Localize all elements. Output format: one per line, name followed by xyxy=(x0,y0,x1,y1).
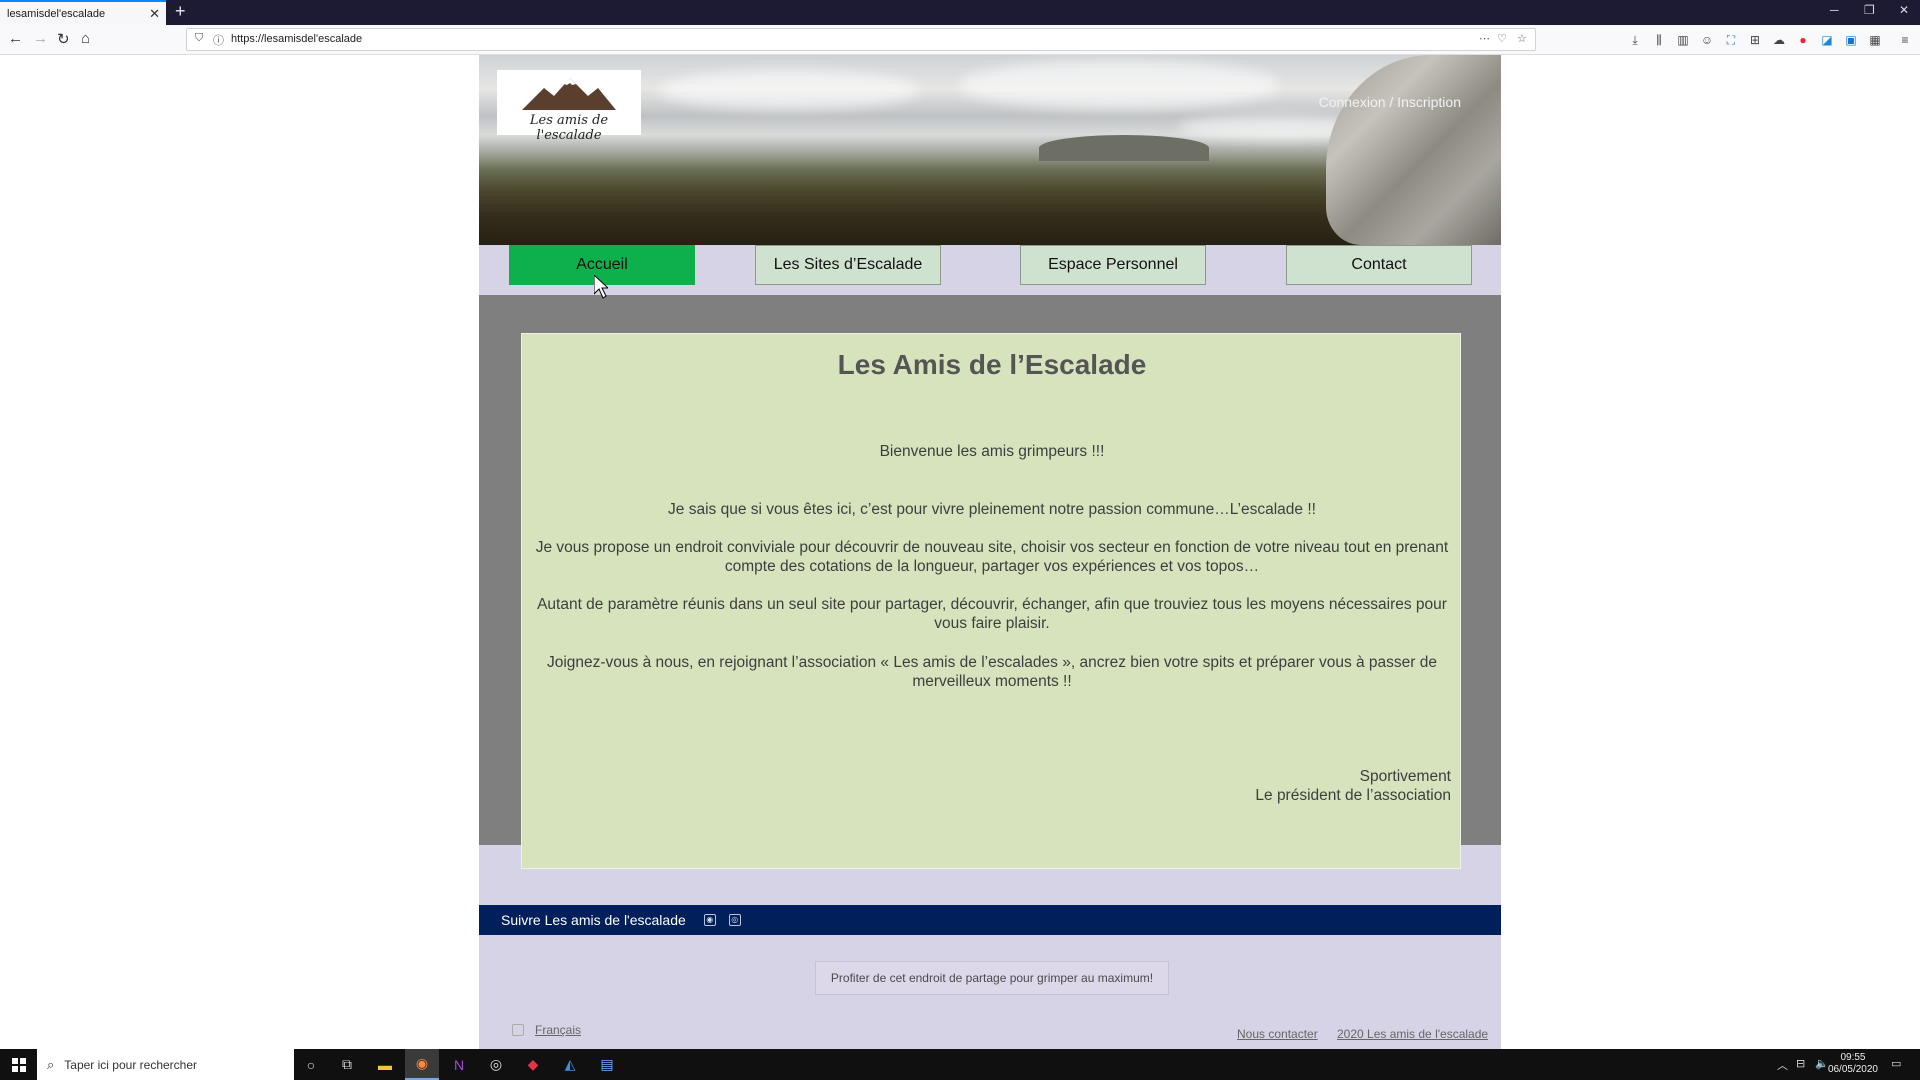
web-page: Les amis de l'escalade Connexion / Inscr… xyxy=(479,55,1501,1049)
menu-icon[interactable]: ≡ xyxy=(1898,33,1912,47)
windows-logo-icon xyxy=(11,1057,26,1072)
paragraph-2: Je vous propose un endroit conviviale po… xyxy=(535,539,1449,575)
url-text[interactable]: https://lesamisdel'escalade xyxy=(231,33,362,45)
search-placeholder[interactable]: Taper ici pour rechercher xyxy=(64,1058,197,1072)
clock-date: 06/05/2020 xyxy=(1827,1064,1878,1075)
page-actions-icon[interactable]: ⋯ xyxy=(1479,32,1490,45)
page-title: Les Amis de l’Escalade xyxy=(837,349,1147,380)
menu-item-sites[interactable]: Les Sites d’Escalade xyxy=(755,245,941,285)
close-window-icon[interactable]: ✕ xyxy=(1899,3,1909,17)
contact-footer-link[interactable]: Nous contacter xyxy=(1237,1027,1318,1041)
grid-extension-icon[interactable]: ⊞ xyxy=(1748,33,1762,47)
url-bar[interactable]: ⛉ ⓘ https://lesamisdel'escalade ⋯ ♡ ☆ xyxy=(186,28,1536,51)
file-explorer-icon[interactable]: ▬ xyxy=(368,1049,402,1080)
signature-line-2: Le président de l’association xyxy=(1255,787,1451,804)
welcome-text: Bienvenue les amis grimpeurs !!! xyxy=(879,443,1105,460)
onenote-icon[interactable]: N xyxy=(442,1049,476,1080)
red-extension-icon[interactable]: ● xyxy=(1796,33,1810,47)
menu-item-espace-personnel[interactable]: Espace Personnel xyxy=(1020,245,1206,285)
restore-icon[interactable]: ❐ xyxy=(1864,3,1875,17)
tab-close-icon[interactable]: ✕ xyxy=(149,6,160,22)
main-menu: Accueil Les Sites d’Escalade Espace Pers… xyxy=(479,245,1501,295)
minimize-icon[interactable]: ─ xyxy=(1830,3,1839,17)
welcome-card: Les Amis de l’Escalade Bienvenue les ami… xyxy=(521,333,1461,869)
search-icon: ⌕ xyxy=(47,1056,55,1072)
footer-note: Profiter de cet endroit de partage pour … xyxy=(815,961,1169,995)
facebook-icon[interactable]: ◉ xyxy=(703,914,716,926)
cortana-icon[interactable]: ○ xyxy=(294,1049,328,1080)
menu-item-contact[interactable]: Contact xyxy=(1286,245,1472,285)
home-icon[interactable]: ⌂ xyxy=(81,30,90,47)
apps-extension-icon[interactable]: ▦ xyxy=(1868,33,1882,47)
paragraph-4: Joignez-vous à nous, en rejoignant l’ass… xyxy=(546,654,1438,690)
follow-label: Suivre Les amis de l'escalade xyxy=(501,912,686,928)
clock-time: 09:55 xyxy=(1840,1052,1866,1063)
tray-expand-icon[interactable]: ︿ xyxy=(1777,1057,1788,1073)
twitter-icon[interactable]: ◎ xyxy=(728,914,741,926)
tab-title: lesamisdel'escalade xyxy=(7,7,106,20)
header-banner: Les amis de l'escalade Connexion / Inscr… xyxy=(479,55,1501,245)
reload-icon[interactable]: ↻ xyxy=(57,30,70,48)
language-selector[interactable]: Français xyxy=(535,1023,581,1037)
new-tab-button[interactable]: + xyxy=(175,1,186,22)
intellij-icon[interactable]: ◆ xyxy=(516,1049,550,1080)
start-button[interactable] xyxy=(0,1049,37,1080)
site-logo[interactable]: Les amis de l'escalade xyxy=(497,70,641,143)
network-icon[interactable]: ⊟ xyxy=(1796,1057,1805,1070)
cloud-extension-icon[interactable]: ☁ xyxy=(1772,33,1786,47)
taskbar-clock[interactable]: 09:55 06/05/2020 xyxy=(1828,1052,1878,1076)
downloads-icon[interactable]: ⤓ xyxy=(1628,33,1642,47)
blue-extension-icon[interactable]: ◪ xyxy=(1820,33,1834,47)
login-register-link[interactable]: Connexion / Inscription xyxy=(1319,94,1461,110)
volume-icon[interactable]: 🔈 xyxy=(1815,1057,1829,1070)
follow-bar: Suivre Les amis de l'escalade ◉ ◎ xyxy=(479,905,1501,935)
translate-extension-icon[interactable]: ⛶ xyxy=(1724,33,1738,47)
back-icon[interactable]: ← xyxy=(8,30,23,47)
browser-tab-bar: lesamisdel'escalade ✕ + ─ ❐ ✕ xyxy=(0,0,1920,25)
square-extension-icon[interactable]: ▣ xyxy=(1844,33,1858,47)
paragraph-3: Autant de paramètre réunis dans un seul … xyxy=(537,596,1447,632)
logo-text: Les amis de l'escalade xyxy=(529,113,609,143)
browser-tab[interactable]: lesamisdel'escalade ✕ xyxy=(0,0,166,25)
library-icon[interactable]: ⫼ xyxy=(1652,33,1666,47)
windows-taskbar: ⌕ Taper ici pour rechercher ○ ⧉ ▬ ◉ N ◎ … xyxy=(0,1049,1920,1080)
forward-icon[interactable]: → xyxy=(33,30,48,47)
tool-icon[interactable]: ▤ xyxy=(590,1049,624,1080)
banner-hill xyxy=(1039,135,1209,161)
app-icon[interactable]: ◎ xyxy=(479,1049,513,1080)
vscode-icon[interactable]: ◭ xyxy=(553,1049,587,1080)
firefox-icon[interactable]: ◉ xyxy=(405,1049,439,1080)
banner-cloud xyxy=(659,70,919,110)
signature-line-1: Sportivement xyxy=(1359,768,1451,785)
mountain-logo-icon xyxy=(522,78,616,110)
sidebar-icon[interactable]: ▥ xyxy=(1676,33,1690,47)
taskbar-search[interactable]: ⌕ Taper ici pour rechercher xyxy=(37,1049,294,1080)
bookmark-star-icon[interactable]: ☆ xyxy=(1517,32,1527,45)
pocket-icon[interactable]: ♡ xyxy=(1497,32,1507,45)
account-icon[interactable]: ☺ xyxy=(1700,33,1714,47)
language-icon[interactable] xyxy=(512,1024,524,1036)
notifications-icon[interactable]: ▭ xyxy=(1891,1057,1901,1070)
copyright-link[interactable]: 2020 Les amis de l'escalade xyxy=(1337,1027,1488,1041)
mouse-cursor-icon xyxy=(594,275,608,299)
banner-rock xyxy=(1326,55,1501,245)
info-icon[interactable]: ⓘ xyxy=(213,32,224,48)
paragraph-1: Je sais que si vous êtes ici, c’est pour… xyxy=(668,501,1316,518)
shield-icon[interactable]: ⛉ xyxy=(195,32,203,45)
browser-nav-bar: ← → ↻ ⌂ ⛉ ⓘ https://lesamisdel'escalade … xyxy=(0,25,1920,55)
banner-cloud xyxy=(959,60,1279,110)
task-view-icon[interactable]: ⧉ xyxy=(330,1049,364,1080)
